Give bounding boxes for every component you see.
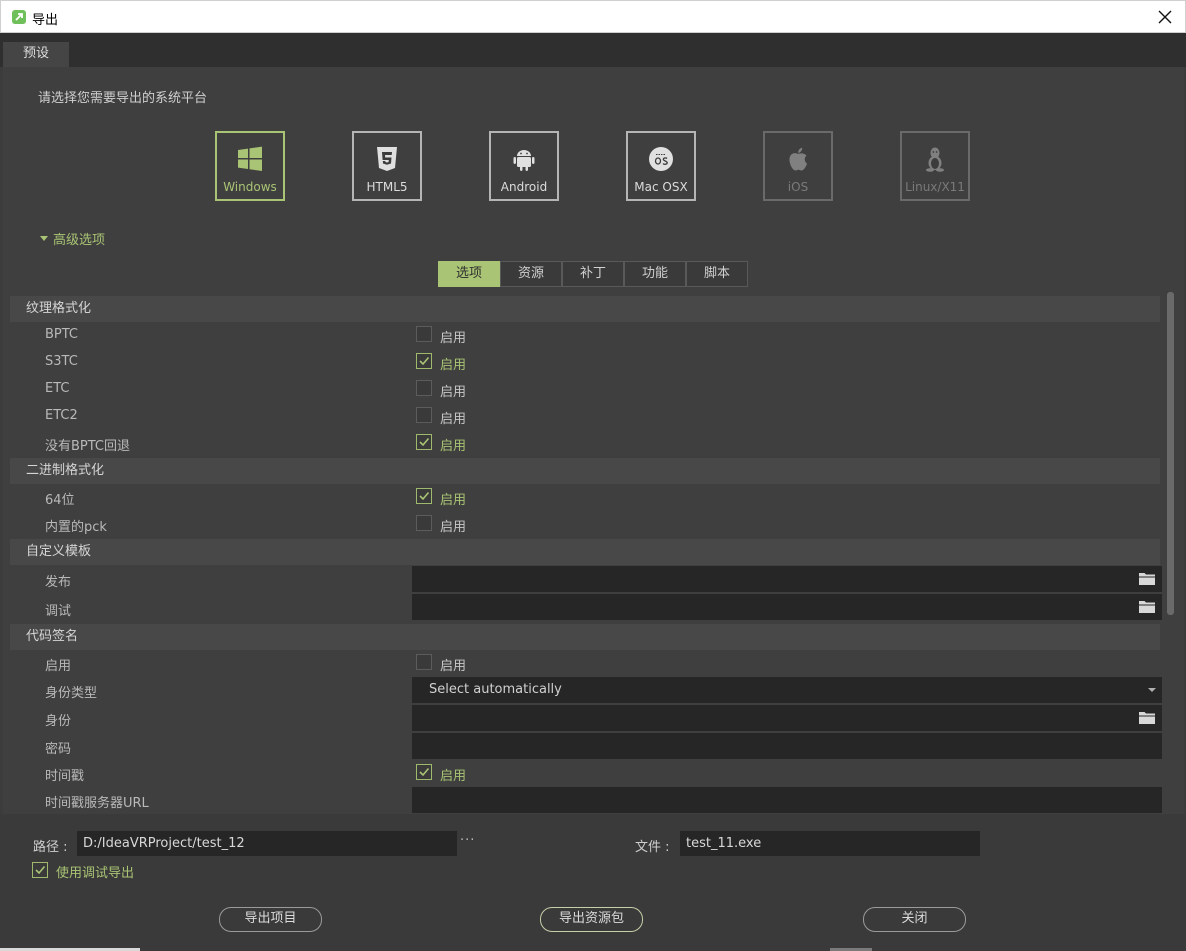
row-label-password: 密码 [45,742,72,757]
checkmark-icon [419,356,430,366]
scrollbar-thumb[interactable] [1167,292,1174,615]
release-template-field[interactable] [412,566,1162,592]
export-project-button[interactable]: 导出项目 [219,907,322,932]
checkmark-icon [419,437,430,447]
checkmark-icon [419,767,430,777]
platform-label: Android [500,180,548,194]
row-label-identity: 身份 [45,714,72,729]
no-bptc-fallback-enable-label: 启用 [440,439,467,454]
section-binary-format: 二进制格式化 [10,458,1160,484]
tab-resources[interactable]: 资源 [500,261,562,287]
platform-label: iOS [787,180,809,194]
file-label: 文件 : [635,840,670,855]
no-bptc-fallback-checkbox[interactable] [416,434,432,450]
folder-icon[interactable] [1138,710,1156,725]
advanced-options-toggle[interactable]: 高级选项 [40,229,105,248]
path-label: 路径 : [33,840,68,855]
platform-label: Windows [223,180,277,194]
row-label-codesign-enable: 启用 [45,659,72,674]
etc2-checkbox[interactable] [416,407,432,423]
checkmark-icon [35,865,46,875]
bptc-enable-label: 启用 [440,331,467,346]
row-label-no-bptc-fallback: 没有BPTC回退 [45,439,131,454]
s3tc-enable-label: 启用 [440,358,467,373]
etc2-enable-label: 启用 [440,412,467,427]
64bit-checkbox[interactable] [416,488,432,504]
android-icon [513,150,535,171]
godot-export-icon [12,10,26,24]
etc-enable-label: 启用 [440,385,467,400]
folder-icon[interactable] [1138,599,1156,614]
row-label-timestamp: 时间戳 [45,769,85,784]
section-texture-format: 纹理格式化 [10,296,1160,322]
checkmark-icon [419,491,430,501]
row-label-identity-type: 身份类型 [45,686,98,701]
options-tabs: 选项 资源 补丁 功能 脚本 [438,261,748,287]
codesign-enable-label: 启用 [440,659,467,674]
window-title: 导出 [32,13,59,28]
platform-label: Mac OSX [634,180,688,194]
platform-label: HTML5 [366,180,408,194]
windows-icon [238,146,262,171]
identity-type-select[interactable]: Select automatically [412,677,1162,703]
platform-linux[interactable]: Linux/X11 [900,131,970,201]
platform-windows[interactable]: Windows [215,131,285,201]
s3tc-checkbox[interactable] [416,353,432,369]
close-icon[interactable] [1153,5,1177,29]
password-field[interactable] [412,733,1162,759]
embed-pck-enable-label: 启用 [440,520,467,535]
title-bar: 导出 [0,0,1186,33]
platform-android[interactable]: Android [489,131,559,201]
tab-patches[interactable]: 补丁 [562,261,624,287]
row-label-64bit: 64位 [45,493,75,508]
browse-path-button[interactable]: ··· [460,833,475,848]
platform-label: Linux/X11 [905,180,965,194]
timestamp-checkbox[interactable] [416,764,432,780]
debug-export-checkbox[interactable] [32,862,48,878]
close-button[interactable]: 关闭 [863,907,966,932]
macos-icon [649,147,673,171]
64bit-enable-label: 启用 [440,493,467,508]
embed-pck-checkbox[interactable] [416,515,432,531]
export-pack-button[interactable]: 导出资源包 [540,907,643,932]
platform-prompt: 请选择您需要导出的系统平台 [38,91,208,106]
row-label-s3tc: S3TC [45,354,78,369]
row-label-bptc: BPTC [45,327,79,342]
platform-html5[interactable]: HTML5 [352,131,422,201]
linux-icon [926,147,944,172]
section-custom-template: 自定义模板 [10,539,1160,565]
bptc-checkbox[interactable] [416,326,432,342]
tab-preset[interactable]: 预设 [3,42,69,67]
row-label-etc: ETC [45,381,70,396]
codesign-enable-checkbox[interactable] [416,654,432,670]
platform-macos[interactable]: Mac OSX [626,131,696,201]
timestamp-enable-label: 启用 [440,769,467,784]
row-label-timestamp-url: 时间戳服务器URL [45,796,149,811]
preset-tab-strip: 预设 [0,33,1186,67]
apple-icon [789,147,807,171]
folder-icon[interactable] [1138,571,1156,586]
debug-export-label: 使用调试导出 [56,866,135,881]
debug-template-field[interactable] [412,594,1162,620]
chevron-down-icon [1148,688,1156,692]
row-label-debug: 调试 [45,604,72,619]
advanced-options-label: 高级选项 [53,233,106,248]
timestamp-url-field[interactable] [412,787,1162,813]
tab-script[interactable]: 脚本 [686,261,748,287]
html5-icon [377,147,397,171]
identity-type-value: Select automatically [429,682,562,697]
platform-ios[interactable]: iOS [763,131,833,201]
row-label-etc2: ETC2 [45,408,78,423]
row-label-release: 发布 [45,575,72,590]
path-input[interactable]: D:/IdeaVRProject/test_12 [77,831,457,856]
tab-options[interactable]: 选项 [438,261,500,287]
file-input[interactable]: test_11.exe [680,831,980,856]
etc-checkbox[interactable] [416,380,432,396]
section-code-signing: 代码签名 [10,624,1160,650]
tab-features[interactable]: 功能 [624,261,686,287]
chevron-down-icon [40,236,48,241]
row-label-embed-pck: 内置的pck [45,520,107,535]
identity-field[interactable] [412,705,1162,731]
